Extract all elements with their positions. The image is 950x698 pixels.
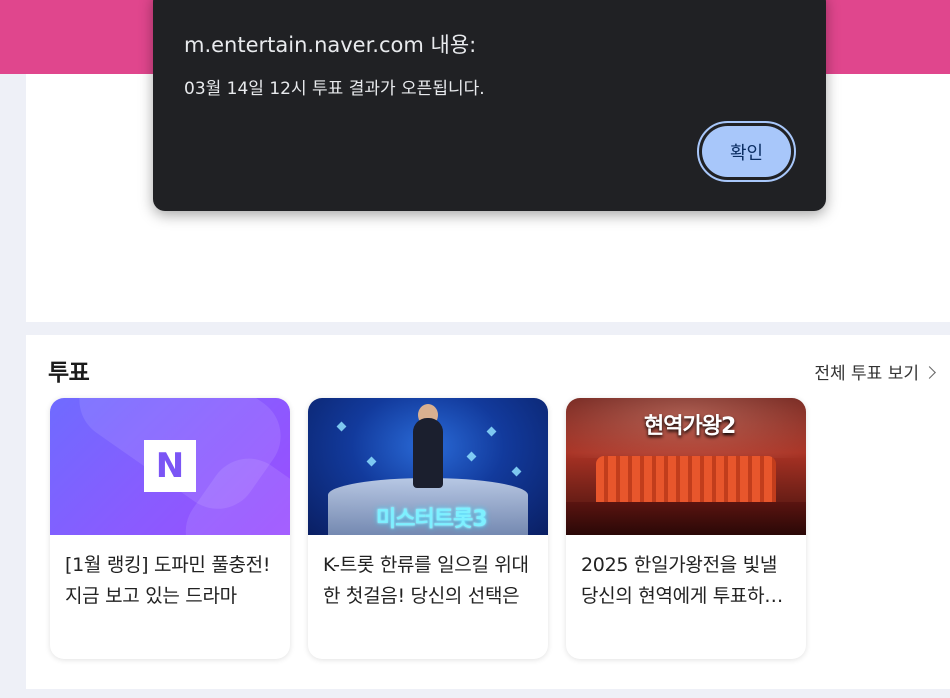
view-all-label: 전체 투표 보기	[814, 364, 919, 384]
vote-card[interactable]: 현역가왕2 2025 한일가왕전을 빛낼 당신의 현역에게 투표하세요	[566, 398, 806, 659]
card-title: K-트롯 한류를 일으킬 위대한 첫걸음! 당신의 선택은	[323, 554, 529, 607]
show-logo: 미스터트롯3	[376, 507, 488, 532]
card-title: [1월 랭킹] 도파민 풀충전! 지금 보고 있는 드라마	[65, 554, 271, 607]
card-thumbnail: N	[50, 398, 290, 535]
dialog-title: m.entertain.naver.com 내용:	[184, 33, 477, 57]
vote-section: 투표 전체 투표 보기 N [1월 랭킹] 도파민 풀충전! 지금 보고 있는 …	[26, 335, 950, 689]
vote-card[interactable]: 미스터트롯3 K-트롯 한류를 일으킬 위대한 첫걸음! 당신의 선택은	[308, 398, 548, 659]
card-title: 2025 한일가왕전을 빛낼 당신의 현역에게 투표하세요	[581, 554, 782, 607]
ok-button-label: 확인	[702, 126, 791, 177]
vote-card[interactable]: N [1월 랭킹] 도파민 풀충전! 지금 보고 있는 드라마	[50, 398, 290, 659]
chevron-right-icon	[923, 365, 936, 379]
section-title: 투표	[48, 360, 90, 386]
naver-logo-icon: N	[144, 440, 196, 492]
ok-button[interactable]: 확인	[697, 121, 796, 182]
show-logo: 현역가왕2	[644, 414, 736, 439]
card-thumbnail: 미스터트롯3	[308, 398, 548, 535]
dialog-message: 03월 14일 12시 투표 결과가 오픈됩니다.	[184, 79, 485, 99]
card-thumbnail: 현역가왕2	[566, 398, 806, 535]
alert-dialog: m.entertain.naver.com 내용: 03월 14일 12시 투표…	[153, 0, 826, 211]
view-all-votes-link[interactable]: 전체 투표 보기	[814, 359, 936, 384]
